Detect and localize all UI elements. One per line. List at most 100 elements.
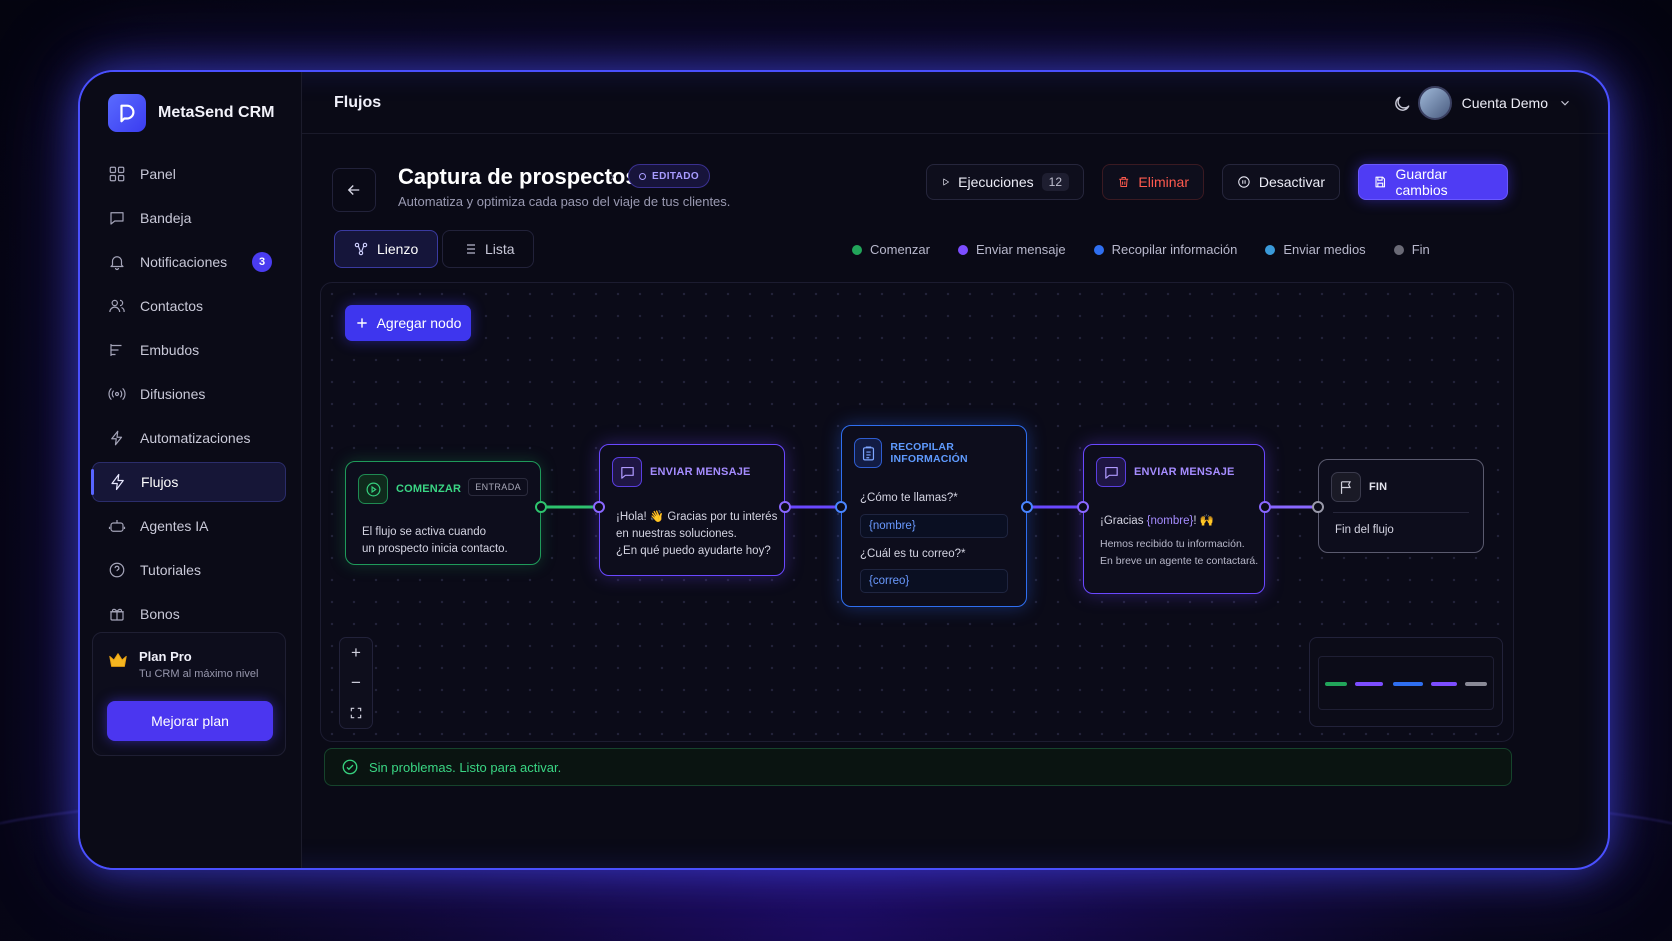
executions-label: Ejecuciones [958, 174, 1034, 190]
plan-subtitle: Tu CRM al máximo nivel [139, 668, 259, 680]
sidebar-item-notificaciones[interactable]: Notificaciones 3 [92, 242, 286, 282]
executions-button[interactable]: Ejecuciones 12 [926, 164, 1084, 200]
variable-token: {nombre} [1146, 515, 1194, 527]
flag-icon [1331, 472, 1361, 502]
sidebar-item-agentes-ia[interactable]: Agentes IA [92, 506, 286, 546]
chat-icon [110, 212, 124, 225]
node-text-part: ! 🙌 [1193, 515, 1215, 527]
zoom-in-button[interactable]: + [340, 638, 372, 668]
node-send-message-1[interactable]: ENVIAR MENSAJE ¡Hola! 👋 Gracias por tu i… [599, 444, 785, 576]
upgrade-plan-button[interactable]: Mejorar plan [107, 701, 273, 741]
tab-lienzo[interactable]: Lienzo [334, 230, 438, 268]
chevron-down-icon [1561, 100, 1569, 106]
validation-status-bar: Sin problemas. Listo para activar. [324, 748, 1512, 786]
pause-icon [1238, 176, 1250, 188]
help-icon [109, 562, 125, 578]
node-handle[interactable] [779, 501, 791, 513]
legend-dot [1093, 244, 1104, 255]
users-icon [109, 299, 125, 313]
node-end[interactable]: FIN Fin del flujo [1318, 459, 1484, 553]
back-button[interactable] [332, 168, 376, 212]
sidebar-item-bonos[interactable]: Bonos [92, 594, 286, 634]
node-header: COMENZAR [358, 474, 461, 504]
node-text: El flujo se activa cuando [362, 526, 487, 538]
automation-icon [111, 430, 123, 446]
flow-title: Captura de prospectos [398, 164, 638, 189]
crown-icon [109, 653, 127, 667]
minimap-viewport [1318, 656, 1494, 710]
answer-field-email[interactable]: {correo} [860, 569, 1008, 593]
check-circle-icon [342, 759, 358, 775]
sidebar-item-label: Agentes IA [140, 518, 209, 534]
sidebar-item-label: Automatizaciones [140, 430, 251, 446]
node-handle[interactable] [593, 501, 605, 513]
node-text: ¿En qué puedo ayudarte hoy? [616, 545, 771, 557]
moon-icon[interactable] [1392, 94, 1412, 114]
node-send-message-2[interactable]: ENVIAR MENSAJE ¡Gracias {nombre}! 🙌 Hemo… [1083, 444, 1265, 594]
node-handle[interactable] [1259, 501, 1271, 513]
save-button[interactable]: Guardar cambios [1358, 164, 1508, 200]
app-window: MetaSend CRM Panel Bandeja Notificacione… [78, 70, 1610, 870]
sidebar-item-label: Tutoriales [140, 562, 201, 578]
legend-dot [957, 244, 968, 255]
flow-subtitle: Automatiza y optimiza cada paso del viaj… [398, 194, 731, 209]
sidebar-item-label: Bonos [140, 606, 180, 622]
delete-label: Eliminar [1138, 174, 1189, 190]
zoom-controls: + − [339, 637, 373, 729]
sidebar-item-bandeja[interactable]: Bandeja [92, 198, 286, 238]
status-dot-icon [639, 172, 646, 180]
gift-icon [110, 608, 124, 621]
nodes-icon [354, 242, 368, 256]
sidebar-item-label: Embudos [140, 342, 200, 358]
node-handle[interactable] [1312, 501, 1324, 513]
minimap-node [1393, 682, 1423, 686]
bell-icon [110, 256, 124, 271]
sidebar-item-difusiones[interactable]: Difusiones [92, 374, 286, 414]
node-label: FIN [1369, 481, 1388, 493]
deactivate-button[interactable]: Desactivar [1222, 164, 1340, 200]
node-body: ¡Gracias {nombre}! 🙌 Hemos recibido tu i… [1100, 513, 1258, 570]
node-label: ENVIAR MENSAJE [650, 466, 751, 478]
minimap[interactable] [1309, 637, 1503, 727]
node-label: RECOPILAR INFORMACIÓN [890, 441, 968, 465]
tab-lista[interactable]: Lista [442, 230, 534, 268]
account-menu[interactable]: Cuenta Demo [1417, 86, 1572, 120]
brand-logo-icon [108, 94, 146, 132]
page-header-title: Flujos [334, 94, 382, 111]
status-badge-label: EDITADO [652, 170, 700, 182]
expand-icon [350, 707, 362, 719]
legend-label: Enviar mensaje [975, 242, 1066, 257]
legend-item: Enviar medios [1265, 242, 1366, 257]
node-text: un prospecto inicia contacto. [362, 543, 508, 555]
node-text: Hemos recibido tu información. [1100, 538, 1245, 550]
sidebar-item-contactos[interactable]: Contactos [92, 286, 286, 326]
bolt-icon [111, 473, 124, 491]
node-handle[interactable] [1021, 501, 1033, 513]
node-start[interactable]: COMENZAR ENTRADA El flujo se activa cuan… [345, 461, 541, 565]
sidebar-item-automatizaciones[interactable]: Automatizaciones [92, 418, 286, 458]
broadcast-icon [108, 387, 126, 401]
sidebar-item-tutoriales[interactable]: Tutoriales [92, 550, 286, 590]
delete-button[interactable]: Eliminar [1102, 164, 1204, 200]
legend-item: Enviar mensaje [957, 242, 1066, 257]
status-message: Sin problemas. Listo para activar. [369, 759, 562, 775]
fit-view-button[interactable] [340, 698, 372, 728]
clipboard-icon [854, 438, 883, 468]
minimap-node [1355, 682, 1383, 686]
flow-canvas[interactable]: Agregar nodo COMENZAR ENTRADA El flujo s… [320, 282, 1514, 742]
node-handle[interactable] [1077, 501, 1089, 513]
node-handle[interactable] [535, 501, 547, 513]
zoom-out-button[interactable]: − [340, 668, 372, 698]
status-badge: EDITADO [628, 164, 711, 188]
avatar [1417, 86, 1452, 120]
sidebar-item-flujos[interactable]: Flujos [91, 462, 286, 502]
sidebar-item-panel[interactable]: Panel [92, 154, 286, 194]
sidebar-item-embudos[interactable]: Embudos [92, 330, 286, 370]
answer-field-name[interactable]: {nombre} [860, 514, 1008, 538]
brand-name: MetaSend CRM [158, 104, 275, 121]
brand[interactable]: MetaSend CRM [108, 94, 274, 132]
node-label: COMENZAR [396, 483, 462, 495]
node-collect-info[interactable]: RECOPILAR INFORMACIÓN ¿Cómo te llamas?* … [841, 425, 1027, 607]
node-handle[interactable] [835, 501, 847, 513]
entry-tag: ENTRADA [468, 478, 528, 496]
